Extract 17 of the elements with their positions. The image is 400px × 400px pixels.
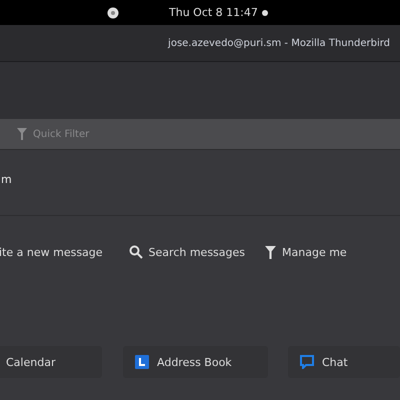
notification-dot-icon [262, 10, 268, 16]
chat-button[interactable]: Chat [288, 346, 400, 378]
account-name: m [0, 173, 13, 188]
address-book-icon [135, 355, 149, 369]
filter-icon [17, 128, 27, 140]
filter-icon [265, 246, 276, 258]
chat-icon [300, 355, 314, 369]
address-book-button[interactable]: Address Book [123, 346, 268, 378]
action-link[interactable]: Search messages [128, 245, 246, 259]
status-icon[interactable] [107, 6, 119, 18]
calendar-button[interactable]: Calendar [0, 346, 102, 378]
window-title: jose.azevedo@puri.sm - Mozilla Thunderbird [168, 38, 390, 48]
action-link[interactable]: Manage me [265, 246, 347, 258]
quick-filter-field[interactable]: Quick Filter [31, 128, 185, 140]
search-icon [128, 245, 143, 259]
clock[interactable]: Thu Oct 8 11:47 [169, 6, 258, 19]
action-link[interactable]: ite a new message [0, 246, 103, 258]
